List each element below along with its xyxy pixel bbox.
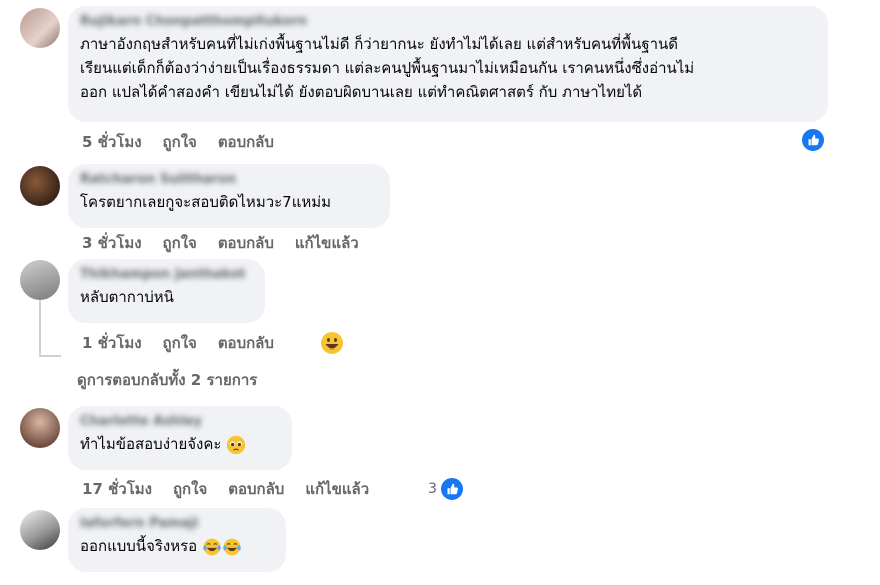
reply-button[interactable]: ตอบกลับ [218, 233, 274, 253]
thread-line [39, 300, 41, 356]
grinning-emoji-icon [321, 332, 343, 354]
reply-button[interactable]: ตอบกลับ [218, 132, 274, 152]
comment-text-line: ออก แปลได้คำสองคำ เขียนไม่ได้ ยังตอบผิดบ… [80, 83, 643, 101]
comment-actions: 17 ชั่วโมง ถูกใจ ตอบกลับ แก้ไขแล้ว [82, 479, 369, 499]
commenter-name[interactable]: Iaforfern Pamaji [80, 516, 274, 532]
view-replies-link[interactable]: ดูการตอบกลับทั้ง 2 รายการ [77, 369, 257, 391]
comment-text-content: ทำไมข้อสอบง่ายจังคะ [80, 435, 222, 453]
comment-timestamp[interactable]: 5 ชั่วโมง [82, 132, 142, 152]
avatar[interactable] [20, 510, 60, 550]
comment-timestamp[interactable]: 1 ชั่วโมง [82, 333, 142, 353]
avatar[interactable] [20, 8, 60, 48]
like-button[interactable]: ถูกใจ [173, 479, 207, 499]
tears-of-joy-emoji-icon [223, 538, 241, 555]
comment-text: ออกแบบนี้จริงหรอ [80, 534, 274, 558]
comment-text: โครตยากเลยกูจะสอบติดไหมวะ7แหม่ม [80, 193, 332, 211]
reaction-count: 3 [428, 481, 437, 497]
comment-actions: 1 ชั่วโมง ถูกใจ ตอบกลับ [82, 333, 274, 353]
avatar[interactable] [20, 260, 60, 300]
reply-button[interactable]: ตอบกลับ [218, 333, 274, 353]
like-button[interactable]: ถูกใจ [163, 132, 197, 152]
avatar[interactable] [20, 408, 60, 448]
reaction-summary[interactable]: 3 [428, 477, 464, 501]
reaction-summary[interactable] [320, 331, 344, 355]
comment-timestamp[interactable]: 17 ชั่วโมง [82, 479, 152, 499]
like-button[interactable]: ถูกใจ [163, 233, 197, 253]
like-button[interactable]: ถูกใจ [163, 333, 197, 353]
commenter-name[interactable]: Rujikarn Chonpatthompitukorn [80, 14, 816, 30]
reaction-summary[interactable] [801, 128, 825, 152]
comment-bubble: Ratcharon Sulitharon โครตยากเลยกูจะสอบติ… [68, 164, 390, 228]
comment-actions: 3 ชั่วโมง ถูกใจ ตอบกลับ แก้ไขแล้ว [82, 233, 359, 253]
comment-bubble: Iaforfern Pamaji ออกแบบนี้จริงหรอ [68, 508, 286, 572]
avatar[interactable] [20, 166, 60, 206]
commenter-name[interactable]: Charlotte Ashley [80, 414, 280, 430]
comment-text-content: ออกแบบนี้จริงหรอ [80, 537, 198, 555]
thread-line [39, 355, 61, 357]
comment-bubble: Thikhampon Janthakot หลับตากาบ่หนิ [68, 259, 265, 323]
pleading-emoji-icon [227, 435, 246, 454]
comment-text: ทำไมข้อสอบง่ายจังคะ [80, 432, 280, 456]
comment-timestamp[interactable]: 3 ชั่วโมง [82, 233, 142, 253]
comment-text: หลับตากาบ่หนิ [80, 288, 174, 306]
comment-bubble: Rujikarn Chonpatthompitukorn ภาษาอังกฤษส… [68, 6, 828, 122]
comment-actions: 5 ชั่วโมง ถูกใจ ตอบกลับ [82, 132, 274, 152]
reply-button[interactable]: ตอบกลับ [228, 479, 284, 499]
commenter-name[interactable]: Ratcharon Sulitharon [80, 172, 378, 188]
comment-text-line: เรียนแต่เด็กก็ต้องว่าง่ายเป็นเรื่องธรรมด… [80, 59, 695, 77]
comment-text-line: ภาษาอังกฤษสำหรับคนที่ไม่เก่งพื้นฐานไม่ดี… [80, 35, 679, 53]
edited-label[interactable]: แก้ไขแล้ว [305, 479, 369, 499]
edited-label[interactable]: แก้ไขแล้ว [295, 233, 359, 253]
like-reaction-icon [801, 128, 825, 152]
commenter-name[interactable]: Thikhampon Janthakot [80, 267, 253, 283]
like-reaction-icon [439, 477, 464, 501]
comment-bubble: Charlotte Ashley ทำไมข้อสอบง่ายจังคะ [68, 406, 292, 470]
tears-of-joy-emoji-icon [203, 538, 221, 555]
